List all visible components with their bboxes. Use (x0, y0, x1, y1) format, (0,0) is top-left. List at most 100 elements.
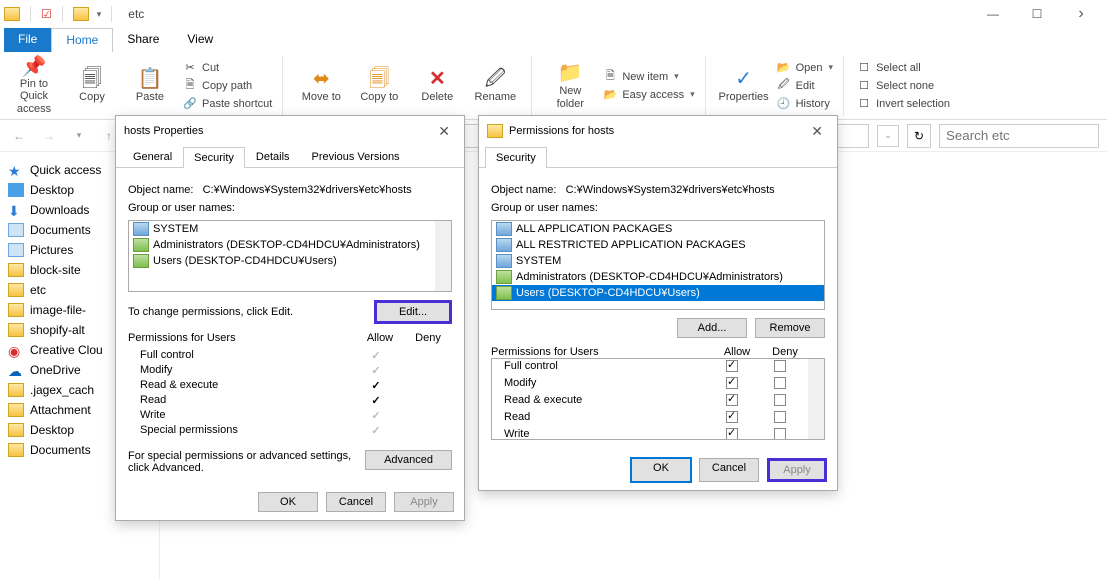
ok-button[interactable]: OK (258, 492, 318, 512)
permissions-list[interactable]: Full controlModifyRead & executeReadWrit… (491, 358, 825, 440)
advanced-button[interactable]: Advanced (365, 450, 452, 470)
new-item-button[interactable]: 🗎New item▾ (602, 69, 694, 85)
scrollbar[interactable] (435, 221, 451, 291)
paste-button[interactable]: 📋Paste (124, 58, 176, 114)
deny-checkbox[interactable] (774, 360, 786, 372)
group-label: SYSTEM (153, 223, 198, 235)
tab-share[interactable]: Share (113, 28, 173, 52)
dialog-title: Permissions for hosts (509, 125, 614, 137)
tab-security[interactable]: Security (485, 147, 547, 168)
group-item[interactable]: Administrators (DESKTOP-CD4HDCU¥Administ… (492, 269, 824, 285)
allow-checkbox[interactable] (726, 377, 738, 389)
paste-shortcut-button[interactable]: 🔗Paste shortcut (182, 96, 272, 112)
remove-button[interactable]: Remove (755, 318, 825, 338)
qat-dropdown[interactable]: ▾ (97, 9, 102, 20)
deny-checkbox[interactable] (774, 411, 786, 423)
open-button[interactable]: 📂Open▾ (776, 60, 833, 76)
perm-name: Read & execute (496, 394, 708, 409)
folder-icon (8, 443, 24, 457)
easy-access-button[interactable]: 📂Easy access▾ (602, 87, 694, 103)
back-button[interactable]: ← (8, 125, 30, 147)
refresh-button[interactable]: ↻ (907, 124, 931, 148)
permissions-dialog: Permissions for hosts ✕ Security Object … (478, 115, 838, 491)
copy-to-button[interactable]: 🗐Copy to (353, 58, 405, 114)
select-all-button[interactable]: ☐Select all (856, 60, 950, 76)
delete-button[interactable]: ✕Delete (411, 58, 463, 114)
group-or-user-label: Group or user names: (491, 202, 825, 214)
tab-previous-versions[interactable]: Previous Versions (301, 146, 411, 167)
close-button[interactable]: ✕ (432, 123, 456, 140)
dialog-title: hosts Properties (124, 125, 203, 137)
apply-button[interactable]: Apply (767, 458, 827, 482)
group-listbox[interactable]: ALL APPLICATION PACKAGES ALL RESTRICTED A… (491, 220, 825, 310)
scrollbar[interactable] (808, 359, 824, 439)
close-button[interactable]: ✕ (805, 123, 829, 140)
group-item[interactable]: ALL RESTRICTED APPLICATION PACKAGES (492, 237, 824, 253)
qat-icon[interactable]: ☑ (41, 7, 52, 21)
edit-button[interactable]: Edit... (374, 300, 452, 324)
rename-button[interactable]: 🖉Rename (469, 58, 521, 114)
allow-check-icon: ✓ (371, 395, 380, 407)
window-title: etc (128, 7, 144, 21)
group-label: ALL APPLICATION PACKAGES (516, 223, 672, 235)
group-item[interactable]: Administrators (DESKTOP-CD4HDCU¥Administ… (129, 237, 451, 253)
properties-button[interactable]: ✓Properties (718, 58, 770, 114)
select-none-button[interactable]: ☐Select none (856, 78, 950, 94)
address-dropdown[interactable]: ⌄ (877, 125, 899, 147)
maximize-button[interactable]: ☐ (1015, 0, 1059, 28)
apply-button[interactable]: Apply (394, 492, 454, 512)
cancel-button[interactable]: Cancel (699, 458, 759, 482)
group-label: Users (DESKTOP-CD4HDCU¥Users) (516, 287, 700, 299)
add-button[interactable]: Add... (677, 318, 747, 338)
deny-col: Deny (404, 332, 452, 344)
tab-view[interactable]: View (173, 28, 227, 52)
group-item[interactable]: Users (DESKTOP-CD4HDCU¥Users) (129, 253, 451, 269)
object-name-value: C:¥Windows¥System32¥drivers¥etc¥hosts (566, 184, 775, 196)
permission-row: Read (492, 410, 824, 427)
search-input[interactable] (939, 124, 1099, 148)
edit-hint: To change permissions, click Edit. (128, 306, 366, 318)
deny-checkbox[interactable] (774, 394, 786, 406)
ok-button[interactable]: OK (631, 458, 691, 482)
cancel-button[interactable]: Cancel (326, 492, 386, 512)
forward-button[interactable]: → (38, 125, 60, 147)
invert-selection-button[interactable]: ☐Invert selection (856, 96, 950, 112)
copy-path-button[interactable]: 🗎Copy path (182, 78, 272, 94)
group-item[interactable]: Users (DESKTOP-CD4HDCU¥Users) (492, 285, 824, 301)
new-folder-button[interactable]: 📁New folder (544, 58, 596, 114)
close-button[interactable]: › (1059, 0, 1103, 28)
deny-checkbox[interactable] (774, 428, 786, 440)
allow-checkbox[interactable] (726, 360, 738, 372)
sidebar-item-label: Creative Clou (30, 343, 103, 357)
properties-dialog: hosts Properties ✕ General Security Deta… (115, 115, 465, 521)
sidebar-item-label: Downloads (30, 203, 89, 217)
folder-icon (8, 263, 24, 277)
pin-button[interactable]: 📌Pin to Quick access (8, 58, 60, 114)
copy-button[interactable]: 🗐Copy (66, 58, 118, 114)
sidebar-item-label: shopify-alt (30, 323, 85, 337)
tab-details[interactable]: Details (245, 146, 301, 167)
group-item[interactable]: SYSTEM (492, 253, 824, 269)
edit-button[interactable]: 🖉Edit (776, 78, 833, 94)
recent-button[interactable]: ▾ (68, 125, 90, 147)
tab-security[interactable]: Security (183, 147, 245, 168)
pin-icon: 📌 (20, 56, 48, 78)
group-item[interactable]: SYSTEM (129, 221, 451, 237)
allow-check-icon: ✓ (371, 410, 380, 422)
tab-home[interactable]: Home (51, 28, 113, 52)
move-icon: ⬌ (307, 67, 335, 91)
allow-checkbox[interactable] (726, 394, 738, 406)
allow-checkbox[interactable] (726, 411, 738, 423)
tab-file[interactable]: File (4, 28, 51, 52)
sidebar-item-label: .jagex_cach (30, 383, 94, 397)
move-to-button[interactable]: ⬌Move to (295, 58, 347, 114)
group-listbox[interactable]: SYSTEM Administrators (DESKTOP-CD4HDCU¥Ad… (128, 220, 452, 292)
deny-checkbox[interactable] (774, 377, 786, 389)
group-item[interactable]: ALL APPLICATION PACKAGES (492, 221, 824, 237)
minimize-button[interactable]: — (971, 0, 1015, 28)
history-button[interactable]: 🕘History (776, 96, 833, 112)
cut-button[interactable]: ✂Cut (182, 60, 272, 76)
tab-general[interactable]: General (122, 146, 183, 167)
allow-checkbox[interactable] (726, 428, 738, 440)
permission-row: Special permissions✓ (132, 423, 448, 438)
